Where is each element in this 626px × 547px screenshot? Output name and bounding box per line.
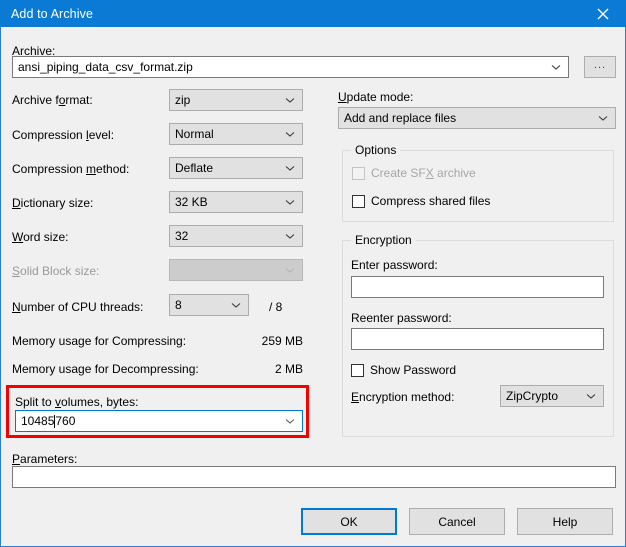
options-group <box>342 150 614 222</box>
archive-format-label: Archive format: <box>12 93 93 107</box>
cancel-button[interactable]: Cancel <box>409 508 505 535</box>
cancel-label: Cancel <box>438 515 475 529</box>
close-button[interactable] <box>580 0 626 27</box>
archive-path-value: ansi_piping_data_csv_format.zip <box>18 60 193 74</box>
create-sfx-label: Create SFX archive <box>371 166 476 180</box>
cpu-threads-select[interactable]: 8 <box>169 294 249 316</box>
chevron-down-icon <box>231 300 241 310</box>
update-mode-label: Update mode: <box>338 90 413 104</box>
checkbox-icon <box>351 364 364 377</box>
solid-block-size-label: Solid Block size: <box>12 264 99 278</box>
compression-level-label: Compression level: <box>12 128 114 142</box>
archive-path-input[interactable]: ansi_piping_data_csv_format.zip <box>12 56 569 78</box>
parameters-input[interactable] <box>12 466 616 488</box>
create-sfx-checkbox: Create SFX archive <box>352 166 476 180</box>
add-to-archive-dialog: Add to Archive Archive: ansi_piping_data… <box>0 0 626 547</box>
dictionary-size-select[interactable]: 32 KB <box>169 191 303 213</box>
enter-password-label: Enter password: <box>351 258 438 272</box>
solid-block-size-select <box>169 259 303 281</box>
chevron-down-icon <box>551 62 561 72</box>
memory-compress-value: 259 MB <box>188 334 303 348</box>
compression-method-select[interactable]: Deflate <box>169 157 303 179</box>
compress-shared-checkbox[interactable]: Compress shared files <box>352 194 490 208</box>
chevron-down-icon <box>285 197 295 207</box>
memory-decompress-value: 2 MB <box>188 362 303 376</box>
checkbox-icon <box>352 167 365 180</box>
show-password-label: Show Password <box>370 363 456 377</box>
cpu-threads-value: 8 <box>175 298 182 312</box>
chevron-down-icon <box>586 391 596 401</box>
encryption-method-select[interactable]: ZipCrypto <box>500 385 604 407</box>
split-volumes-label: Split to volumes, bytes: <box>15 395 138 409</box>
chevron-down-icon <box>285 231 295 241</box>
update-mode-select[interactable]: Add and replace files <box>338 107 616 129</box>
help-label: Help <box>553 515 578 529</box>
memory-decompress-label: Memory usage for Decompressing: <box>12 362 199 376</box>
archive-format-select[interactable]: zip <box>169 89 303 111</box>
chevron-down-icon <box>285 163 295 173</box>
options-group-title: Options <box>351 143 400 157</box>
split-volumes-value-after: 760 <box>55 414 75 428</box>
cpu-threads-total: / 8 <box>269 300 282 314</box>
word-size-value: 32 <box>175 229 188 243</box>
cpu-threads-label: Number of CPU threads: <box>12 300 143 314</box>
reenter-password-label: Reenter password: <box>351 311 452 325</box>
ok-button[interactable]: OK <box>301 508 397 535</box>
compress-shared-label: Compress shared files <box>371 194 490 208</box>
parameters-label: Parameters: <box>12 452 77 466</box>
update-mode-value: Add and replace files <box>344 111 456 125</box>
compression-level-select[interactable]: Normal <box>169 123 303 145</box>
browse-label: ... <box>594 59 606 71</box>
browse-archive-button[interactable]: ... <box>584 56 616 78</box>
encryption-method-value: ZipCrypto <box>506 389 558 403</box>
window-title: Add to Archive <box>11 7 93 21</box>
checkbox-icon <box>352 195 365 208</box>
show-password-checkbox[interactable]: Show Password <box>351 363 456 377</box>
encryption-method-label: Encryption method: <box>351 390 454 404</box>
archive-format-value: zip <box>175 93 190 107</box>
compression-level-value: Normal <box>175 127 214 141</box>
compression-method-label: Compression method: <box>12 162 129 176</box>
help-button[interactable]: Help <box>517 508 613 535</box>
enter-password-input[interactable] <box>351 276 604 298</box>
split-volumes-input[interactable]: 10485760 <box>15 410 303 432</box>
word-size-label: Word size: <box>12 230 68 244</box>
chevron-down-icon <box>598 113 608 123</box>
compression-method-value: Deflate <box>175 161 213 175</box>
chevron-down-icon <box>285 416 295 426</box>
chevron-down-icon <box>285 265 295 275</box>
close-icon <box>597 8 609 20</box>
reenter-password-input[interactable] <box>351 328 604 350</box>
title-bar: Add to Archive <box>0 0 626 27</box>
split-volumes-value-before: 10485 <box>21 414 54 428</box>
encryption-group-title: Encryption <box>351 233 416 247</box>
ok-label: OK <box>340 515 357 529</box>
memory-compress-label: Memory usage for Compressing: <box>12 334 186 348</box>
word-size-select[interactable]: 32 <box>169 225 303 247</box>
dictionary-size-value: 32 KB <box>175 195 208 209</box>
dictionary-size-label: Dictionary size: <box>12 196 93 210</box>
chevron-down-icon <box>285 129 295 139</box>
chevron-down-icon <box>285 95 295 105</box>
